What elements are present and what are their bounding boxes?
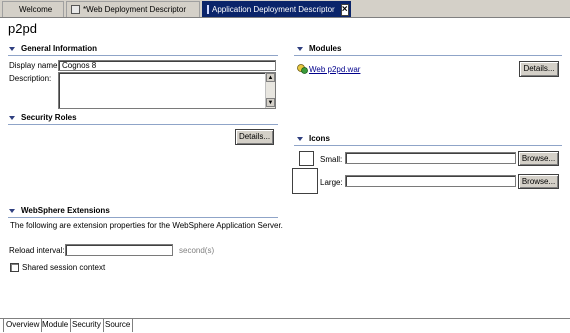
small-icon-label: Small: — [320, 155, 343, 164]
tab-web-deployment-descriptor-label: *Web Deployment Descriptor — [83, 5, 187, 14]
modules-details-button[interactable]: Details... — [519, 61, 559, 77]
large-icon-label: Large: — [320, 178, 343, 187]
large-icon-field[interactable] — [345, 175, 516, 187]
module-link[interactable]: Web p2pd.war — [309, 65, 360, 74]
reload-interval-label: Reload interval: — [9, 246, 65, 255]
small-icon-preview — [299, 151, 314, 166]
small-icon-field[interactable] — [345, 152, 516, 164]
description-scrollbar[interactable]: ▲ ▼ — [265, 73, 275, 108]
section-divider — [294, 55, 562, 56]
page-title: p2pd — [8, 21, 37, 36]
reload-interval-field[interactable] — [65, 244, 173, 256]
icons-heading: Icons — [309, 134, 330, 143]
security-roles-heading: Security Roles — [21, 113, 77, 122]
tab-welcome-label: Welcome — [19, 5, 53, 14]
display-name-label: Display name: — [9, 61, 60, 70]
scroll-down-icon[interactable]: ▼ — [266, 98, 275, 107]
tab-application-deployment-descriptor-label: Application Deployment Descriptor — [212, 5, 335, 14]
security-roles-details-button[interactable]: Details... — [235, 129, 274, 145]
websphere-extensions-description: The following are extension properties f… — [10, 221, 283, 230]
modules-section-header[interactable]: Modules — [297, 44, 341, 53]
collapse-triangle-icon[interactable] — [297, 136, 303, 141]
large-icon-browse-button[interactable]: Browse... — [518, 174, 559, 189]
reload-interval-unit: second(s) — [179, 246, 215, 255]
tab-security[interactable]: Security — [70, 319, 104, 332]
description-field[interactable] — [58, 72, 276, 109]
icons-section-header[interactable]: Icons — [297, 134, 330, 143]
section-divider — [8, 124, 278, 125]
close-icon[interactable]: × — [340, 3, 349, 16]
large-icon-preview — [292, 168, 318, 194]
deployment-descriptor-icon — [71, 5, 80, 14]
web-module-icon — [297, 64, 308, 74]
tab-application-deployment-descriptor[interactable]: Application Deployment Descriptor × — [202, 1, 351, 17]
description-label: Description: — [9, 74, 52, 83]
shared-session-context-label: Shared session context — [22, 263, 106, 272]
general-information-section-header[interactable]: General Information — [9, 44, 97, 53]
section-divider — [294, 145, 562, 146]
security-roles-section-header[interactable]: Security Roles — [9, 113, 77, 122]
collapse-triangle-icon[interactable] — [9, 46, 15, 51]
collapse-triangle-icon[interactable] — [297, 46, 303, 51]
websphere-extensions-heading: WebSphere Extensions — [21, 206, 110, 215]
deployment-descriptor-icon — [207, 5, 209, 14]
general-information-heading: General Information — [21, 44, 98, 53]
editor-page-tabs: Overview Module Security Source — [0, 318, 570, 333]
tab-source[interactable]: Source — [103, 319, 134, 332]
module-list-item[interactable]: Web p2pd.war — [297, 64, 360, 74]
editor-tab-bar: Welcome *Web Deployment Descriptor Appli… — [0, 0, 570, 18]
collapse-triangle-icon[interactable] — [9, 115, 15, 120]
tab-module[interactable]: Module — [40, 319, 72, 332]
display-name-field[interactable]: Cognos 8 — [58, 60, 276, 71]
tab-overview[interactable]: Overview — [3, 319, 43, 332]
collapse-triangle-icon[interactable] — [9, 208, 15, 213]
section-divider — [8, 217, 278, 218]
section-divider — [8, 55, 278, 56]
modules-heading: Modules — [309, 44, 342, 53]
small-icon-browse-button[interactable]: Browse... — [518, 151, 559, 166]
shared-session-context-checkbox[interactable] — [10, 263, 19, 272]
tab-welcome[interactable]: Welcome — [2, 1, 64, 17]
tab-web-deployment-descriptor[interactable]: *Web Deployment Descriptor — [66, 1, 200, 17]
scroll-up-icon[interactable]: ▲ — [266, 73, 275, 82]
websphere-extensions-section-header[interactable]: WebSphere Extensions — [9, 206, 110, 215]
